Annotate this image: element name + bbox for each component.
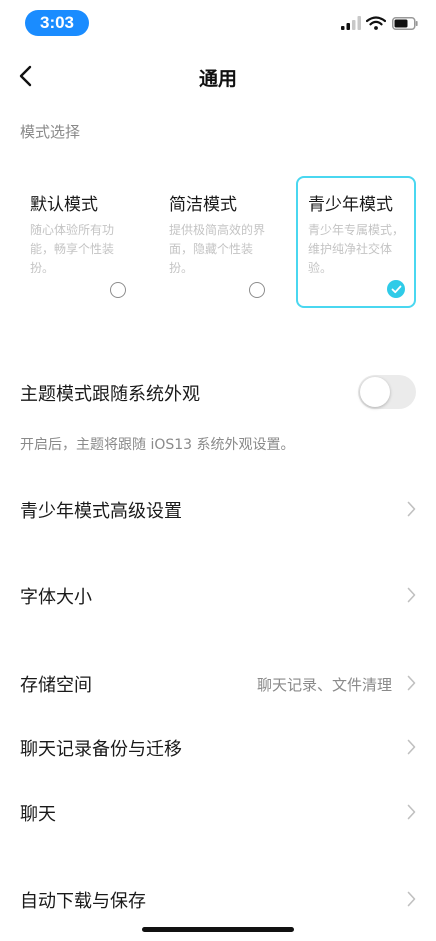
chevron-right-icon — [407, 587, 416, 603]
theme-follow-row: 主题模式跟随系统外观 — [0, 367, 436, 417]
chevron-right-icon — [407, 675, 416, 691]
chevron-right-icon — [407, 501, 416, 517]
mode-description: 青少年专属模式，维护纯净社交体验。 — [308, 223, 405, 275]
row-storage[interactable]: 存储空间 聊天记录、文件清理 — [0, 658, 436, 708]
row-value: 聊天记录、文件清理 — [256, 676, 392, 694]
page-title: 通用 — [198, 68, 237, 90]
toggle-knob — [360, 377, 390, 407]
row-auto-download[interactable]: 自动下载与保存 — [0, 874, 436, 924]
mode-section-label: 模式选择 — [20, 123, 81, 141]
mode-card-simple[interactable]: 简洁模式 提供极简高效的界面，隐藏个性装扮。 — [157, 176, 277, 308]
status-time: 3:03 — [25, 10, 89, 36]
mode-name: 默认模式 — [30, 195, 98, 215]
row-chat-backup[interactable]: 聊天记录备份与迁移 — [0, 722, 436, 772]
general-settings-screen: 3:03 通用 模式选择 默认模式 随心体验所有功能，畅享个性装扮。 简洁模式 … — [0, 0, 436, 941]
chevron-right-icon — [407, 891, 416, 907]
mode-description: 提供极简高效的界面，隐藏个性装扮。 — [169, 223, 266, 275]
row-label: 青少年模式高级设置 — [20, 501, 182, 522]
row-label: 存储空间 — [20, 675, 92, 696]
mode-radio-unchecked[interactable] — [110, 282, 126, 298]
theme-follow-hint: 开启后，主题将跟随 iOS13 系统外观设置。 — [20, 437, 295, 453]
mode-name: 简洁模式 — [169, 195, 237, 215]
checkmark-icon — [391, 285, 401, 293]
mode-description: 随心体验所有功能，畅享个性装扮。 — [30, 223, 115, 275]
wifi-icon — [366, 16, 386, 30]
chevron-right-icon — [407, 739, 416, 755]
mode-radio-checked[interactable] — [387, 280, 405, 298]
row-label: 自动下载与保存 — [20, 891, 146, 912]
home-indicator — [142, 927, 294, 932]
battery-icon — [392, 17, 418, 30]
theme-follow-toggle[interactable] — [358, 375, 416, 409]
mode-radio-unchecked[interactable] — [249, 282, 265, 298]
row-font-size[interactable]: 字体大小 — [0, 570, 436, 620]
row-chat[interactable]: 聊天 — [0, 787, 436, 837]
row-label: 字体大小 — [20, 587, 92, 608]
mode-card-teen[interactable]: 青少年模式 青少年专属模式，维护纯净社交体验。 — [296, 176, 416, 308]
row-label: 聊天记录备份与迁移 — [20, 739, 182, 760]
row-teen-advanced-settings[interactable]: 青少年模式高级设置 — [0, 484, 436, 534]
status-bar: 3:03 — [0, 0, 436, 44]
row-label: 聊天 — [20, 804, 56, 825]
mode-card-default[interactable]: 默认模式 随心体验所有功能，畅享个性装扮。 — [18, 176, 138, 308]
nav-bar: 通用 — [0, 56, 436, 96]
chevron-right-icon — [407, 804, 416, 820]
cellular-signal-icon — [341, 16, 361, 30]
theme-follow-label: 主题模式跟随系统外观 — [20, 384, 200, 405]
mode-name: 青少年模式 — [308, 195, 393, 215]
